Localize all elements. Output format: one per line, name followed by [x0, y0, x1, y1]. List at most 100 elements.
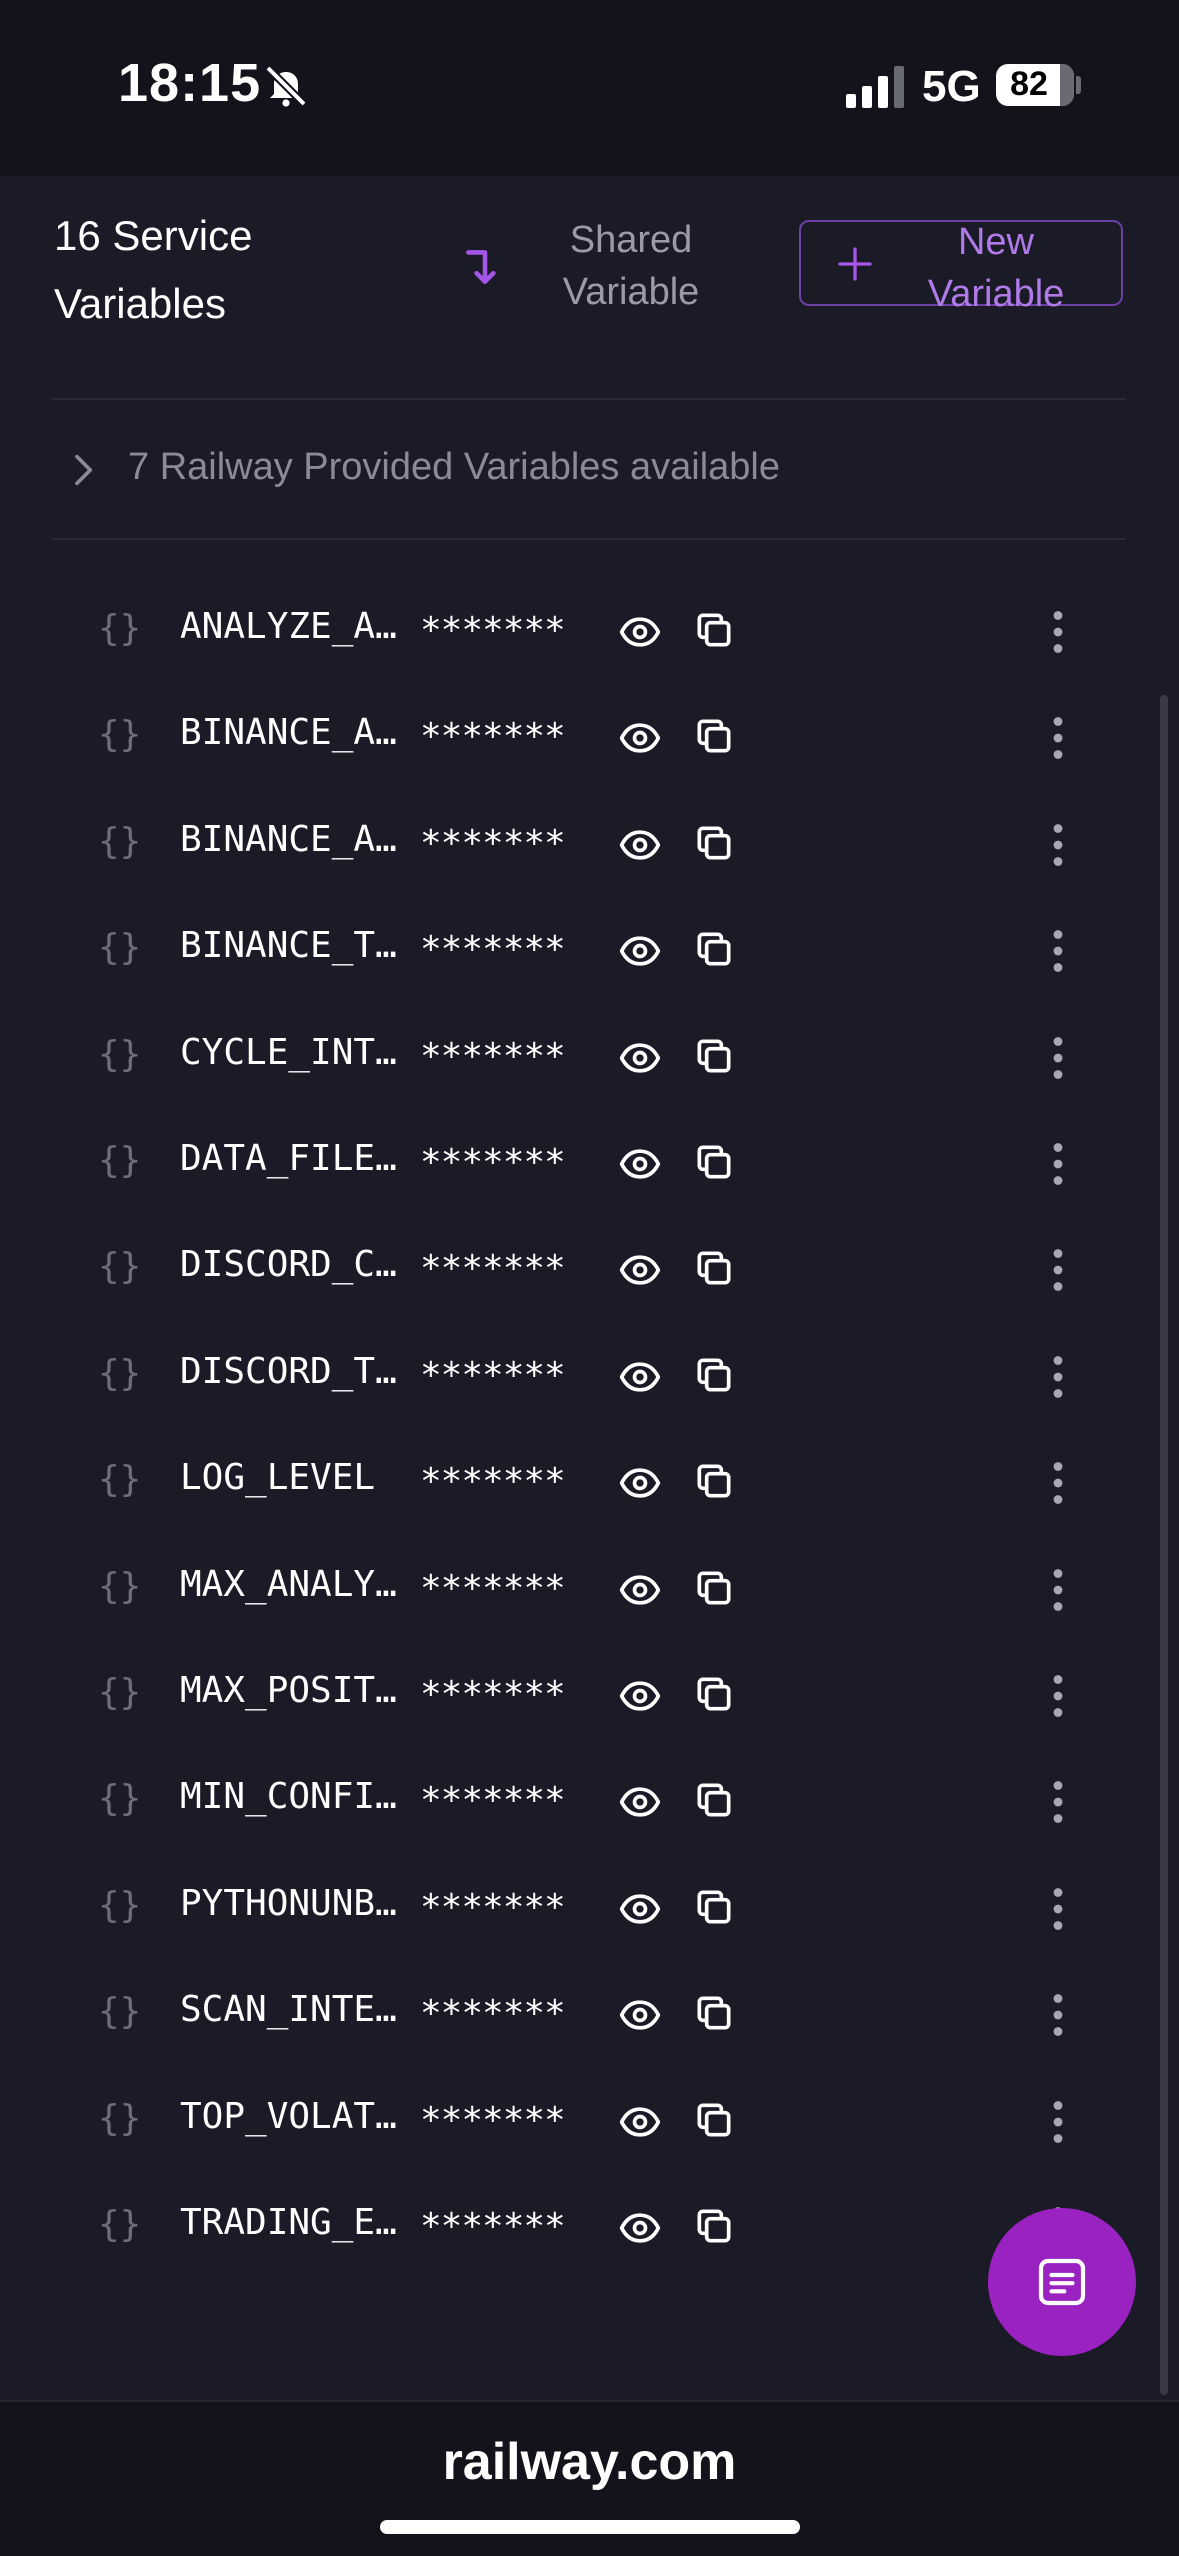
copy-icon[interactable]	[692, 2204, 736, 2248]
copy-icon[interactable]	[692, 1459, 736, 1503]
copy-icon[interactable]	[692, 1778, 736, 1822]
more-vertical-icon[interactable]	[1036, 1989, 1080, 2041]
copy-icon[interactable]	[692, 2098, 736, 2142]
shared-label-line-2: Variable	[562, 271, 700, 313]
eye-icon[interactable]	[618, 1780, 662, 1824]
shared-label-line-1: Shared	[569, 219, 693, 261]
variable-row[interactable]: {} BINANCE_T… *******	[0, 897, 1179, 1003]
braces-icon: {}	[98, 1885, 142, 1926]
variable-row[interactable]: {} CYCLE_INT… *******	[0, 1004, 1179, 1110]
eye-icon[interactable]	[618, 716, 662, 760]
shared-variable-button[interactable]: Shared Variable	[446, 212, 736, 322]
eye-icon[interactable]	[618, 1568, 662, 1612]
status-bar: 18:15 5G 82	[0, 0, 1179, 176]
variable-row[interactable]: {} MAX_ANALY… *******	[0, 1536, 1179, 1642]
network-type: 5G	[922, 62, 981, 111]
variable-value-masked: *******	[420, 1780, 566, 1821]
braces-icon: {}	[98, 1034, 142, 1075]
plus-icon	[838, 247, 872, 281]
variable-value-masked: *******	[420, 1887, 566, 1928]
variable-row[interactable]: {} SCAN_INTE… *******	[0, 1961, 1179, 2067]
eye-icon[interactable]	[618, 929, 662, 973]
copy-icon[interactable]	[692, 927, 736, 971]
braces-icon: {}	[98, 927, 142, 968]
variable-value-masked: *******	[420, 1568, 566, 1609]
eye-icon[interactable]	[618, 2206, 662, 2250]
copy-icon[interactable]	[692, 1140, 736, 1184]
variable-name: MAX_POSIT…	[180, 1670, 397, 1711]
copy-icon[interactable]	[692, 1034, 736, 1078]
copy-icon[interactable]	[692, 1672, 736, 1716]
provided-variables-toggle[interactable]: 7 Railway Provided Variables available	[52, 400, 1126, 540]
variable-value-masked: *******	[420, 1248, 566, 1289]
signal-icon	[846, 66, 904, 108]
variable-row[interactable]: {} ANALYZE_A… *******	[0, 578, 1179, 684]
variable-value-masked: *******	[420, 2100, 566, 2141]
variable-name: BINANCE_A…	[180, 819, 397, 860]
copy-icon[interactable]	[692, 1991, 736, 2035]
battery-icon: 82	[996, 64, 1074, 106]
more-vertical-icon[interactable]	[1036, 1776, 1080, 1828]
variable-row[interactable]: {} BINANCE_A… *******	[0, 791, 1179, 897]
variable-row[interactable]: {} PYTHONUNB… *******	[0, 1855, 1179, 1961]
eye-icon[interactable]	[618, 1674, 662, 1718]
variable-name: DISCORD_T…	[180, 1351, 397, 1392]
variable-name: TRADING_E…	[180, 2202, 397, 2243]
copy-icon[interactable]	[692, 1885, 736, 1929]
eye-icon[interactable]	[618, 610, 662, 654]
variable-row[interactable]: {} MAX_POSIT… *******	[0, 1642, 1179, 1748]
more-vertical-icon[interactable]	[1036, 1138, 1080, 1190]
variable-row[interactable]: {} MIN_CONFI… *******	[0, 1748, 1179, 1854]
braces-icon: {}	[98, 2098, 142, 2139]
copy-icon[interactable]	[692, 1246, 736, 1290]
more-vertical-icon[interactable]	[1036, 2096, 1080, 2148]
more-vertical-icon[interactable]	[1036, 1883, 1080, 1935]
copy-icon[interactable]	[692, 608, 736, 652]
variable-value-masked: *******	[420, 823, 566, 864]
more-vertical-icon[interactable]	[1036, 1670, 1080, 1722]
more-vertical-icon[interactable]	[1036, 1564, 1080, 1616]
copy-icon[interactable]	[692, 821, 736, 865]
variable-name: BINANCE_A…	[180, 712, 397, 753]
copy-icon[interactable]	[692, 714, 736, 758]
eye-icon[interactable]	[618, 1036, 662, 1080]
variable-row[interactable]: {} DISCORD_T… *******	[0, 1323, 1179, 1429]
variable-row[interactable]: {} DISCORD_C… *******	[0, 1216, 1179, 1322]
variable-value-masked: *******	[420, 1674, 566, 1715]
new-label-line-1: New	[957, 221, 1035, 263]
eye-icon[interactable]	[618, 1355, 662, 1399]
eye-icon[interactable]	[618, 1248, 662, 1292]
fab-button[interactable]	[988, 2208, 1136, 2356]
new-variable-button[interactable]: New Variable	[799, 220, 1123, 315]
more-vertical-icon[interactable]	[1036, 1244, 1080, 1296]
browser-url-bar[interactable]: railway.com	[0, 2400, 1179, 2556]
scrollbar[interactable]	[1160, 695, 1168, 2395]
variable-row[interactable]: {} LOG_LEVEL *******	[0, 1429, 1179, 1535]
braces-icon: {}	[98, 1246, 142, 1287]
eye-icon[interactable]	[618, 823, 662, 867]
copy-icon[interactable]	[692, 1353, 736, 1397]
braces-icon: {}	[98, 608, 142, 649]
home-indicator[interactable]	[380, 2520, 800, 2534]
more-vertical-icon[interactable]	[1036, 1351, 1080, 1403]
eye-icon[interactable]	[618, 2100, 662, 2144]
eye-icon[interactable]	[618, 1993, 662, 2037]
more-vertical-icon[interactable]	[1036, 606, 1080, 658]
provided-variables-text: 7 Railway Provided Variables available	[128, 446, 780, 488]
eye-icon[interactable]	[618, 1461, 662, 1505]
variable-row[interactable]: {} BINANCE_A… *******	[0, 684, 1179, 790]
copy-icon[interactable]	[692, 1566, 736, 1610]
variable-row[interactable]: {} DATA_FILE… *******	[0, 1110, 1179, 1216]
more-vertical-icon[interactable]	[1036, 819, 1080, 871]
more-vertical-icon[interactable]	[1036, 712, 1080, 764]
variable-row[interactable]: {} TOP_VOLAT… *******	[0, 2068, 1179, 2174]
more-vertical-icon[interactable]	[1036, 925, 1080, 977]
braces-icon: {}	[98, 1778, 142, 1819]
more-vertical-icon[interactable]	[1036, 1457, 1080, 1509]
variable-value-masked: *******	[420, 1993, 566, 2034]
more-vertical-icon[interactable]	[1036, 1032, 1080, 1084]
eye-icon[interactable]	[618, 1887, 662, 1931]
variable-value-masked: *******	[420, 1036, 566, 1077]
eye-icon[interactable]	[618, 1142, 662, 1186]
url-text: railway.com	[442, 2433, 737, 2491]
